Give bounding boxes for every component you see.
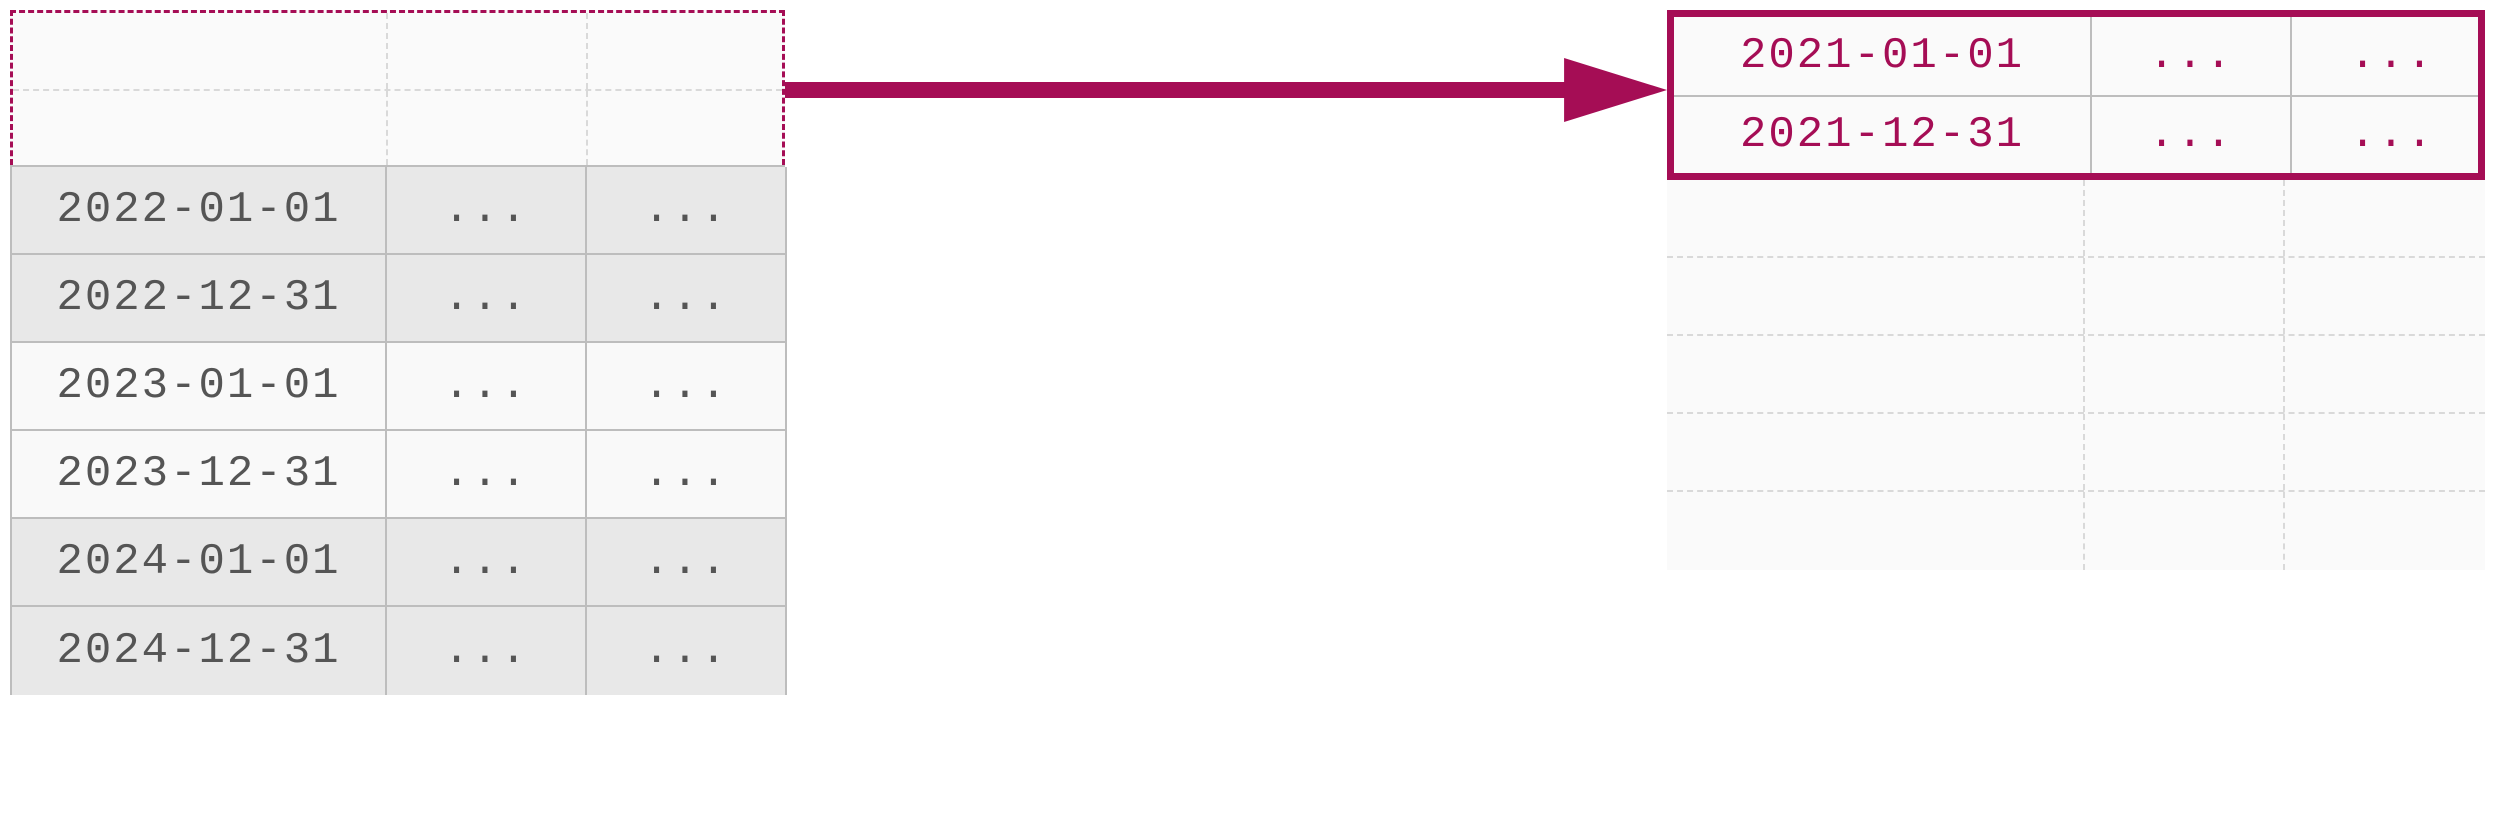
value-cell: ...	[387, 167, 587, 255]
table-row: 2021-01-01 ... ...	[1674, 17, 2478, 95]
value-cell: ...	[387, 607, 587, 695]
table-row: 2024-01-01 ... ...	[12, 519, 785, 607]
value-cell: ...	[587, 519, 787, 607]
date-cell: 2021-01-01	[1674, 17, 2092, 95]
placeholder-cell	[2085, 492, 2285, 570]
placeholder-row	[1667, 258, 2485, 336]
placeholder-row	[13, 89, 782, 165]
date-cell: 2023-01-01	[12, 343, 387, 431]
diagram-container: 2022-01-01 ... ... 2022-12-31 ... ... 20…	[10, 10, 2490, 810]
destination-table-inserted-rows: 2021-01-01 ... ... 2021-12-31 ... ...	[1667, 10, 2485, 180]
table-row: 2022-12-31 ... ...	[12, 255, 785, 343]
placeholder-row	[1667, 336, 2485, 414]
placeholder-cell	[2085, 258, 2285, 334]
date-cell: 2022-01-01	[12, 167, 387, 255]
value-cell: ...	[387, 519, 587, 607]
placeholder-cell	[1667, 492, 2085, 570]
placeholder-cell	[1667, 180, 2085, 256]
placeholder-cell	[588, 13, 788, 89]
placeholder-cell	[2285, 258, 2485, 334]
placeholder-cell	[2285, 336, 2485, 412]
table-row: 2023-12-31 ... ...	[12, 431, 785, 519]
transfer-arrow	[785, 10, 1667, 170]
placeholder-cell	[1667, 258, 2085, 334]
placeholder-cell	[388, 91, 588, 165]
table-row: 2022-01-01 ... ...	[12, 167, 785, 255]
table-row: 2023-01-01 ... ...	[12, 343, 785, 431]
source-table-body: 2022-01-01 ... ... 2022-12-31 ... ... 20…	[10, 165, 785, 695]
value-cell: ...	[587, 607, 787, 695]
placeholder-row	[1667, 414, 2485, 492]
table-row: 2024-12-31 ... ...	[12, 607, 785, 695]
placeholder-row	[1667, 492, 2485, 570]
placeholder-cell	[2285, 492, 2485, 570]
value-cell: ...	[2092, 17, 2292, 95]
value-cell: ...	[2092, 97, 2292, 173]
placeholder-cell	[13, 91, 388, 165]
placeholder-cell	[588, 91, 788, 165]
date-cell: 2024-12-31	[12, 607, 387, 695]
placeholder-cell	[2285, 414, 2485, 490]
arrow-icon	[785, 50, 1667, 130]
placeholder-cell	[1667, 336, 2085, 412]
value-cell: ...	[387, 343, 587, 431]
placeholder-cell	[2085, 180, 2285, 256]
source-table-removed-rows-placeholder	[10, 10, 785, 165]
placeholder-cell	[388, 13, 588, 89]
placeholder-cell	[2085, 336, 2285, 412]
placeholder-row	[1667, 180, 2485, 258]
placeholder-cell	[2285, 180, 2485, 256]
value-cell: ...	[587, 343, 787, 431]
table-row: 2021-12-31 ... ...	[1674, 95, 2478, 173]
value-cell: ...	[2292, 97, 2492, 173]
date-cell: 2022-12-31	[12, 255, 387, 343]
placeholder-cell	[2085, 414, 2285, 490]
destination-table-empty-rows-placeholder	[1667, 180, 2485, 570]
placeholder-cell	[13, 13, 388, 89]
date-cell: 2024-01-01	[12, 519, 387, 607]
placeholder-row	[13, 13, 782, 89]
date-cell: 2023-12-31	[12, 431, 387, 519]
value-cell: ...	[2292, 17, 2492, 95]
value-cell: ...	[387, 255, 587, 343]
value-cell: ...	[587, 431, 787, 519]
value-cell: ...	[587, 255, 787, 343]
destination-table: 2021-01-01 ... ... 2021-12-31 ... ...	[1667, 10, 2485, 570]
date-cell: 2021-12-31	[1674, 97, 2092, 173]
source-table: 2022-01-01 ... ... 2022-12-31 ... ... 20…	[10, 10, 785, 695]
value-cell: ...	[387, 431, 587, 519]
value-cell: ...	[587, 167, 787, 255]
placeholder-cell	[1667, 414, 2085, 490]
